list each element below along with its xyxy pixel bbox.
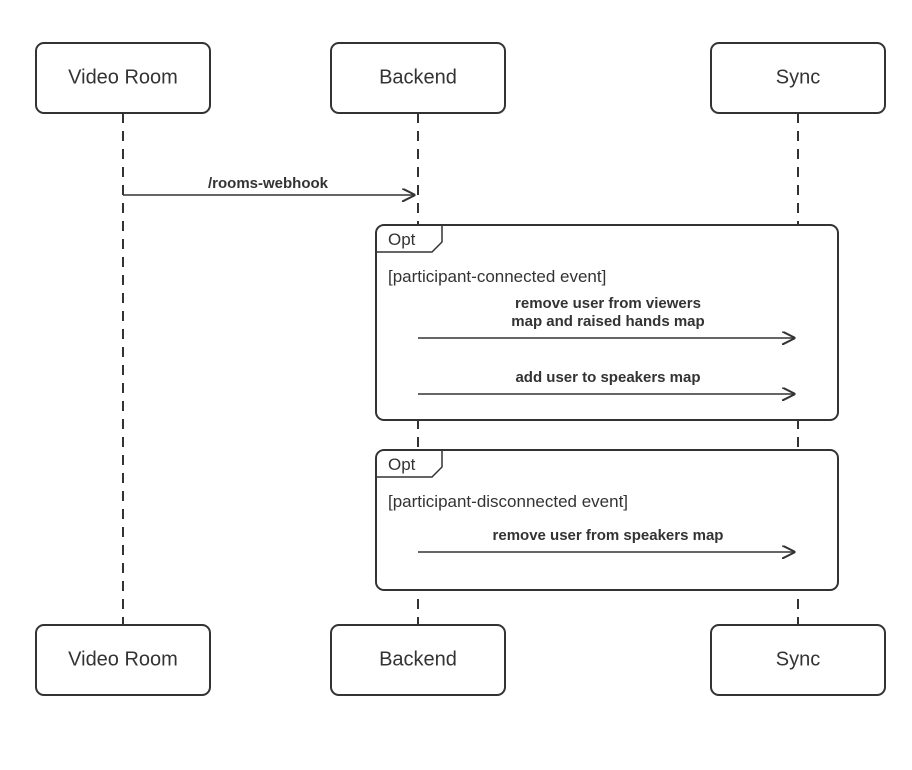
opt-frame-1-label: Opt bbox=[388, 230, 416, 249]
participant-label-backend-bottom: Backend bbox=[379, 648, 457, 670]
opt-frame-2-guard: [participant-disconnected event] bbox=[388, 492, 628, 511]
msg-rooms-webhook: /rooms-webhook bbox=[208, 175, 329, 192]
opt-frame-2 bbox=[376, 450, 838, 590]
opt2-msg1-label: remove user from speakers map bbox=[493, 527, 724, 544]
opt1-msg1-line1: remove user from viewers bbox=[515, 295, 701, 312]
participant-label-backend-top: Backend bbox=[379, 66, 457, 88]
participant-label-video-room-top: Video Room bbox=[68, 66, 178, 88]
opt-frame-2-label: Opt bbox=[388, 455, 416, 474]
participant-label-video-room-bottom: Video Room bbox=[68, 648, 178, 670]
opt-frame-1-guard: [participant-connected event] bbox=[388, 267, 606, 286]
sequence-diagram: Video Room Backend Sync Video Room Backe… bbox=[0, 0, 912, 770]
opt1-msg1-line2: map and raised hands map bbox=[511, 313, 704, 330]
opt1-msg2-label: add user to speakers map bbox=[515, 369, 700, 386]
participant-label-sync-top: Sync bbox=[776, 66, 820, 88]
participant-label-sync-bottom: Sync bbox=[776, 648, 820, 670]
